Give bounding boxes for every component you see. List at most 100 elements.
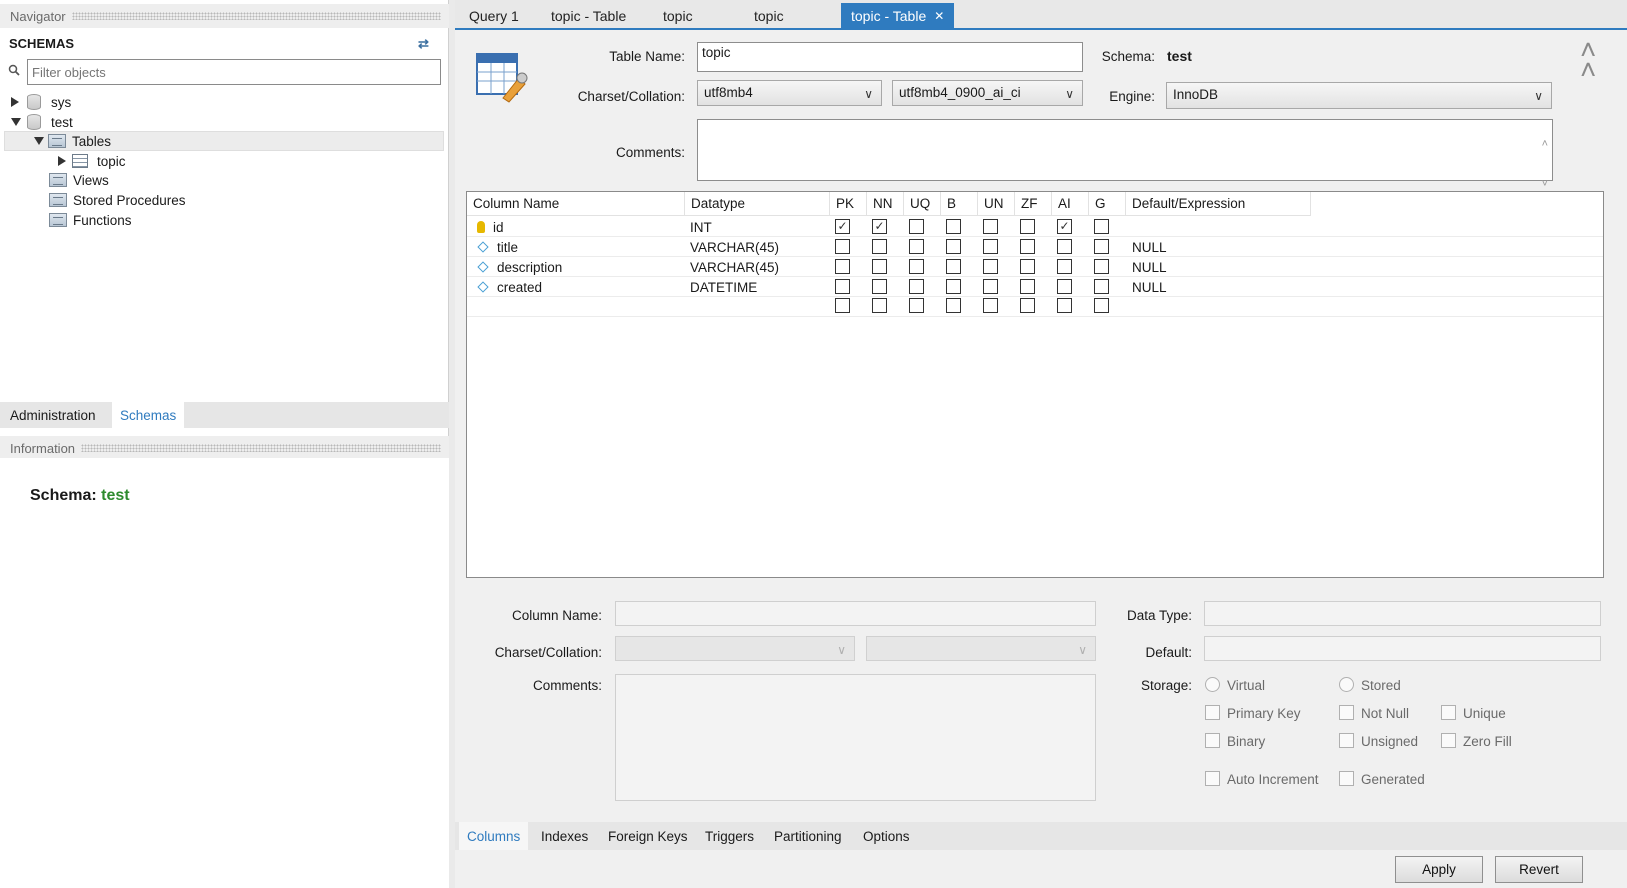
refresh-icon[interactable]: ⇄ xyxy=(418,36,434,51)
tree-item-functions[interactable]: Functions xyxy=(49,210,132,230)
datatype-cell[interactable]: INT xyxy=(690,217,712,237)
generated-checkbox[interactable] xyxy=(1339,771,1354,786)
zf-checkbox[interactable] xyxy=(1020,259,1035,274)
ai-checkbox[interactable] xyxy=(1057,239,1072,254)
ai-checkbox[interactable] xyxy=(1057,259,1072,274)
charset-select[interactable]: utf8mb4 ∨ xyxy=(697,80,882,106)
tab-partitioning[interactable]: Partitioning xyxy=(766,822,850,850)
un-checkbox[interactable] xyxy=(983,219,998,234)
pk-checkbox[interactable]: ✓ xyxy=(835,219,850,234)
b-checkbox[interactable] xyxy=(946,219,961,234)
pk-checkbox[interactable] xyxy=(835,298,850,313)
column-name-cell[interactable]: id xyxy=(493,220,504,235)
collapse-arrow-icon[interactable] xyxy=(11,118,21,126)
un-checkbox[interactable] xyxy=(983,259,998,274)
g-checkbox[interactable] xyxy=(1094,239,1109,254)
g-checkbox[interactable] xyxy=(1094,219,1109,234)
un-checkbox[interactable] xyxy=(983,279,998,294)
close-tab-icon[interactable]: ✕ xyxy=(934,9,944,23)
datatype-cell[interactable]: VARCHAR(45) xyxy=(690,257,779,277)
primary-key-checkbox[interactable] xyxy=(1205,705,1220,720)
table-row[interactable]: description VARCHAR(45) NULL xyxy=(467,257,1603,277)
expand-arrow-icon[interactable] xyxy=(58,156,66,166)
datatype-cell[interactable]: VARCHAR(45) xyxy=(690,237,779,257)
grid-header-default[interactable]: Default/Expression xyxy=(1126,192,1311,216)
tab-query-1[interactable]: Query 1 xyxy=(459,3,529,28)
zf-checkbox[interactable] xyxy=(1020,219,1035,234)
nn-checkbox[interactable] xyxy=(872,279,887,294)
zf-checkbox[interactable] xyxy=(1020,239,1035,254)
tab-topic-2[interactable]: topic xyxy=(744,3,794,28)
grid-header-pk[interactable]: PK xyxy=(830,192,867,216)
default-cell[interactable]: NULL xyxy=(1132,277,1167,297)
tab-topic[interactable]: topic xyxy=(653,3,703,28)
table-row[interactable]: id INT ✓ ✓ ✓ xyxy=(467,217,1603,237)
table-name-input[interactable]: topic xyxy=(697,42,1083,72)
auto-increment-checkbox[interactable] xyxy=(1205,771,1220,786)
column-collation-select[interactable]: ∨ xyxy=(866,636,1096,661)
grid-header-uq[interactable]: UQ xyxy=(904,192,941,216)
tab-triggers[interactable]: Triggers xyxy=(697,822,762,850)
filter-objects-input[interactable] xyxy=(27,59,441,85)
g-checkbox[interactable] xyxy=(1094,298,1109,313)
apply-button[interactable]: Apply xyxy=(1395,856,1483,883)
zf-checkbox[interactable] xyxy=(1020,279,1035,294)
tree-item-stored-procedures[interactable]: Stored Procedures xyxy=(49,190,186,210)
default-cell[interactable]: NULL xyxy=(1132,237,1167,257)
grid-header-b[interactable]: B xyxy=(941,192,978,216)
tree-item-tables[interactable]: Tables xyxy=(34,131,111,151)
b-checkbox[interactable] xyxy=(946,259,961,274)
g-checkbox[interactable] xyxy=(1094,279,1109,294)
collapse-panel-icon[interactable]: ˄ ˄ xyxy=(1580,36,1608,84)
tab-foreign-keys[interactable]: Foreign Keys xyxy=(600,822,696,850)
tab-topic-table[interactable]: topic - Table xyxy=(541,3,636,28)
engine-select[interactable]: InnoDB ∨ xyxy=(1166,82,1552,109)
zero-fill-checkbox[interactable] xyxy=(1441,733,1456,748)
grid-header-ai[interactable]: AI xyxy=(1052,192,1089,216)
tree-item-test[interactable]: test xyxy=(11,112,73,132)
tree-item-views[interactable]: Views xyxy=(49,170,109,190)
not-null-checkbox[interactable] xyxy=(1339,705,1354,720)
pk-checkbox[interactable] xyxy=(835,259,850,274)
b-checkbox[interactable] xyxy=(946,279,961,294)
column-name-field[interactable] xyxy=(615,601,1096,626)
column-charset-select[interactable]: ∨ xyxy=(615,636,855,661)
table-row[interactable]: created DATETIME NULL xyxy=(467,277,1603,297)
tab-options[interactable]: Options xyxy=(855,822,918,850)
nn-checkbox[interactable] xyxy=(872,298,887,313)
virtual-radio[interactable] xyxy=(1205,677,1220,692)
column-name-cell[interactable]: created xyxy=(497,280,542,295)
tab-indexes[interactable]: Indexes xyxy=(533,822,596,850)
grid-header-g[interactable]: G xyxy=(1089,192,1126,216)
un-checkbox[interactable] xyxy=(983,298,998,313)
un-checkbox[interactable] xyxy=(983,239,998,254)
unique-checkbox[interactable] xyxy=(1441,705,1456,720)
expand-arrow-icon[interactable] xyxy=(11,97,19,107)
b-checkbox[interactable] xyxy=(946,239,961,254)
uq-checkbox[interactable] xyxy=(909,219,924,234)
grid-header-zf[interactable]: ZF xyxy=(1015,192,1052,216)
table-row[interactable]: title VARCHAR(45) NULL xyxy=(467,237,1603,257)
tab-schemas[interactable]: Schemas xyxy=(112,402,185,428)
uq-checkbox[interactable] xyxy=(909,259,924,274)
g-checkbox[interactable] xyxy=(1094,259,1109,274)
uq-checkbox[interactable] xyxy=(909,279,924,294)
revert-button[interactable]: Revert xyxy=(1495,856,1583,883)
tree-item-topic[interactable]: topic xyxy=(58,151,126,171)
tab-administration[interactable]: Administration xyxy=(2,402,104,428)
grid-header-datatype[interactable]: Datatype xyxy=(685,192,830,216)
tree-item-sys[interactable]: sys xyxy=(11,92,71,112)
new-column-row[interactable] xyxy=(467,297,1603,317)
grid-header-nn[interactable]: NN xyxy=(867,192,904,216)
default-cell[interactable]: NULL xyxy=(1132,257,1167,277)
b-checkbox[interactable] xyxy=(946,298,961,313)
ai-checkbox[interactable] xyxy=(1057,279,1072,294)
grid-header-un[interactable]: UN xyxy=(978,192,1015,216)
pk-checkbox[interactable] xyxy=(835,239,850,254)
collation-select[interactable]: utf8mb4_0900_ai_ci ∨ xyxy=(892,80,1083,106)
table-comments-textarea[interactable]: ˄ ˅ xyxy=(697,119,1553,190)
ai-checkbox[interactable]: ✓ xyxy=(1057,219,1072,234)
default-field[interactable] xyxy=(1204,636,1601,661)
nn-checkbox[interactable] xyxy=(872,239,887,254)
nn-checkbox[interactable] xyxy=(872,259,887,274)
